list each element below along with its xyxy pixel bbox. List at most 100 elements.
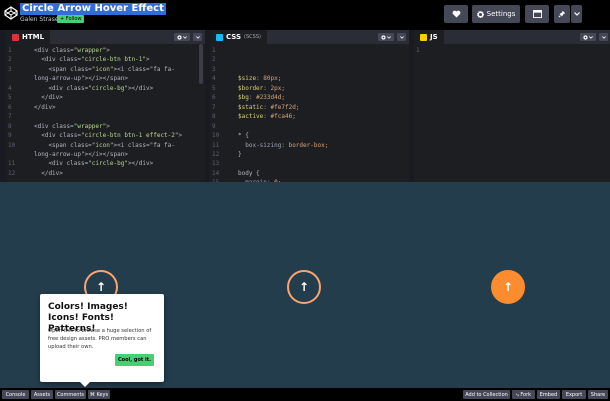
code-token: > [178, 132, 183, 140]
css-collapse-button[interactable] [397, 33, 406, 41]
export-button[interactable]: Export [562, 390, 586, 399]
js-collapse-button[interactable] [599, 33, 608, 41]
line-number: 1 [416, 47, 420, 54]
html-collapse-button[interactable] [193, 33, 202, 41]
popup-pointer [80, 382, 90, 387]
code-token: <div class= [34, 84, 89, 92]
add-to-collection-button[interactable]: Add to Collection [463, 390, 510, 399]
popup-dismiss-button[interactable]: Cool, got it. [115, 354, 154, 366]
code-string: "icon" [91, 141, 114, 149]
code-variable: $active [238, 113, 264, 121]
html-tab-label: HTML [22, 33, 45, 41]
pin-dropdown-button[interactable] [571, 5, 582, 23]
code-token: long-arrow-up" [34, 150, 85, 158]
tab-html[interactable]: HTML [6, 30, 51, 44]
code-line: $bg: #233d4d; [238, 93, 285, 102]
pin-icon [558, 10, 566, 18]
code-token: > [146, 56, 150, 64]
html-scrollbar[interactable] [199, 44, 203, 84]
code-value: #fca46; [270, 113, 296, 121]
code-line: body { [238, 169, 260, 178]
code-token: ></i></span> [84, 75, 128, 83]
long-arrow-up-icon: ↑ [95, 280, 107, 294]
code-line: } [238, 150, 242, 159]
code-line: <span class="icon"><i class="fa fa- [34, 141, 175, 150]
codepen-logo-icon[interactable] [4, 6, 18, 20]
gear-icon [583, 34, 588, 40]
love-button[interactable] [444, 5, 468, 23]
code-token: <div class= [34, 122, 74, 130]
author-name[interactable]: Galen Strasen [20, 16, 62, 24]
settings-button[interactable]: Settings [472, 5, 520, 23]
code-token: ></i></span> [84, 150, 128, 158]
code-token: <div class= [34, 47, 74, 54]
code-value: border-box; [288, 141, 329, 149]
line-number: 14 [212, 169, 220, 177]
code-string: "circle-btn btn-1" [80, 56, 146, 64]
popup-body: Open this to browse a huge selection of … [48, 328, 152, 350]
code-line: long-arrow-up"></i></span> [34, 150, 128, 159]
code-token: > [106, 47, 110, 54]
code-value: #fe7f2d; [270, 103, 300, 111]
line-number: 1 [212, 47, 216, 54]
code-line: $active: #fca46; [238, 112, 296, 121]
tab-css[interactable]: CSS (SCSS) [210, 30, 267, 44]
line-number: 5 [212, 84, 216, 92]
line-number: 11 [8, 160, 16, 168]
code-line: $border: 2px; [238, 84, 285, 93]
line-number: 9 [212, 122, 216, 130]
css-tab-label: CSS [226, 33, 242, 41]
long-arrow-up-icon: ↑ [298, 280, 310, 294]
code-line: <div class="wrapper"> [34, 122, 110, 131]
line-number: 7 [8, 113, 12, 121]
code-token: : [263, 113, 271, 121]
line-number: 10 [212, 132, 220, 140]
css-settings-button[interactable] [378, 33, 394, 41]
js-settings-button[interactable] [580, 33, 596, 41]
share-button[interactable]: Share [588, 390, 608, 399]
code-token: <span class= [34, 65, 92, 73]
code-token: ><i class="fa fa- [113, 65, 175, 73]
code-line: long-arrow-up"></i></span> [34, 74, 128, 83]
code-token: ><i class="fa fa- [113, 141, 175, 149]
line-number: 7 [212, 103, 216, 111]
pin-button[interactable] [554, 5, 570, 23]
line-number: 12 [212, 150, 220, 158]
follow-button[interactable]: + Follow [57, 15, 85, 23]
code-token: box-sizing: [238, 141, 289, 149]
code-token: long-arrow-up" [34, 75, 85, 83]
comments-button[interactable]: Comments [55, 390, 86, 399]
chevron-down-icon [387, 35, 391, 39]
assets-button[interactable]: Assets [31, 390, 53, 399]
settings-label: Settings [486, 10, 516, 18]
embed-button[interactable]: Embed [537, 390, 560, 399]
line-number: 5 [8, 94, 12, 102]
js-pane-header: JS [414, 30, 610, 44]
line-number: 4 [212, 75, 216, 83]
line-number: 8 [212, 113, 216, 121]
keys-button[interactable]: ⌘ Keys [88, 390, 110, 399]
js-tab-label: JS [430, 33, 438, 41]
heart-icon [452, 10, 460, 18]
console-button[interactable]: Console [2, 390, 29, 399]
css-pane-header: CSS (SCSS) [210, 30, 409, 44]
code-string: "wrapper" [73, 47, 107, 54]
code-token: <span class= [34, 141, 92, 149]
pen-title[interactable]: Circle Arrow Hover Effect [20, 3, 166, 15]
circle-button-2[interactable]: ↑ [287, 270, 321, 304]
code-variable: $bg [238, 94, 249, 102]
gear-icon [381, 34, 386, 40]
line-number: 6 [8, 103, 12, 111]
css-icon [216, 33, 223, 41]
circle-button-3[interactable]: ↑ [491, 270, 525, 304]
code-line: $size: 80px; [238, 74, 281, 83]
line-number: 4 [8, 84, 12, 92]
line-number: 3 [212, 65, 216, 73]
fork-button[interactable]: ⤷ Fork [512, 390, 535, 399]
change-view-button[interactable] [525, 5, 549, 23]
line-number: 1 [8, 47, 12, 54]
code-token: </div> [34, 103, 56, 111]
gear-icon [476, 10, 484, 18]
html-settings-button[interactable] [174, 33, 190, 41]
tab-js[interactable]: JS [414, 30, 444, 44]
